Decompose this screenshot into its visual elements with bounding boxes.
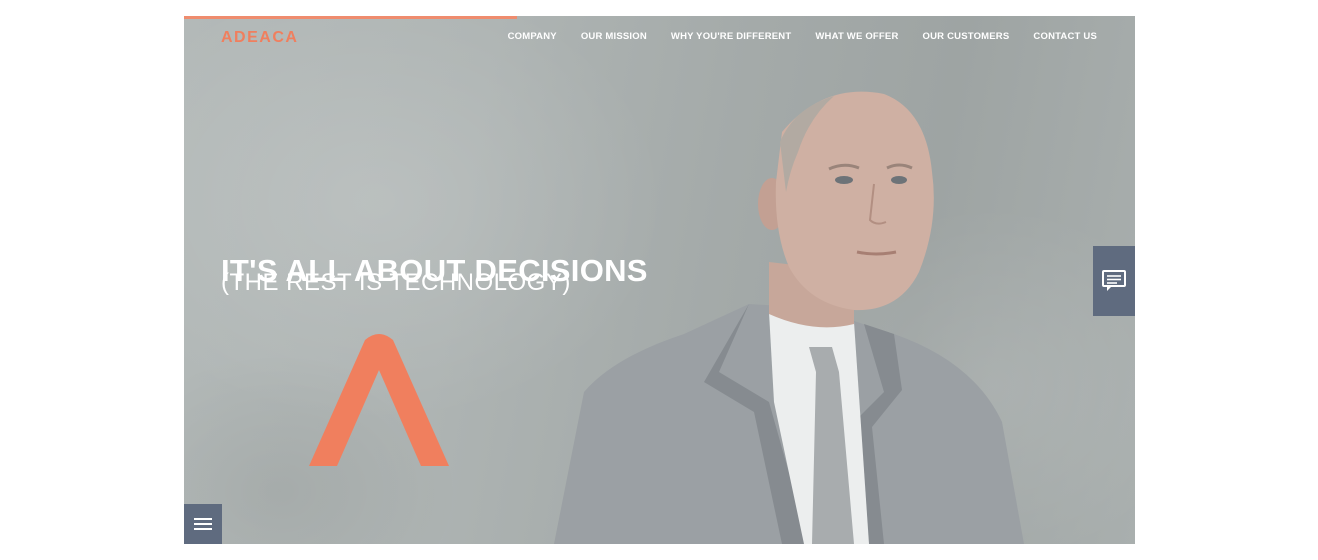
- scroll-progress-bar: [184, 16, 517, 19]
- hamburger-menu-icon: [194, 518, 212, 530]
- hero-subheadline: (THE REST IS TECHNOLOGY): [221, 269, 571, 296]
- brand-logo[interactable]: ADEACA: [221, 29, 298, 47]
- nav-item-why-different[interactable]: WHY YOU'RE DIFFERENT: [671, 31, 791, 42]
- chat-button[interactable]: [1093, 246, 1135, 316]
- hero-photo-businessman: [554, 91, 1024, 544]
- hero-section: ADEACA COMPANY OUR MISSION WHY YOU'RE DI…: [184, 16, 1135, 544]
- nav-item-contact-us[interactable]: CONTACT US: [1033, 31, 1097, 42]
- nav-item-our-mission[interactable]: OUR MISSION: [581, 31, 647, 42]
- nav-item-what-we-offer[interactable]: WHAT WE OFFER: [815, 31, 898, 42]
- nav-item-our-customers[interactable]: OUR CUSTOMERS: [923, 31, 1010, 42]
- a-chevron-logo-icon: [309, 334, 449, 466]
- chat-icon: [1102, 270, 1126, 291]
- nav-item-company[interactable]: COMPANY: [508, 31, 557, 42]
- main-navigation: COMPANY OUR MISSION WHY YOU'RE DIFFERENT…: [508, 31, 1097, 42]
- menu-button[interactable]: [184, 504, 222, 544]
